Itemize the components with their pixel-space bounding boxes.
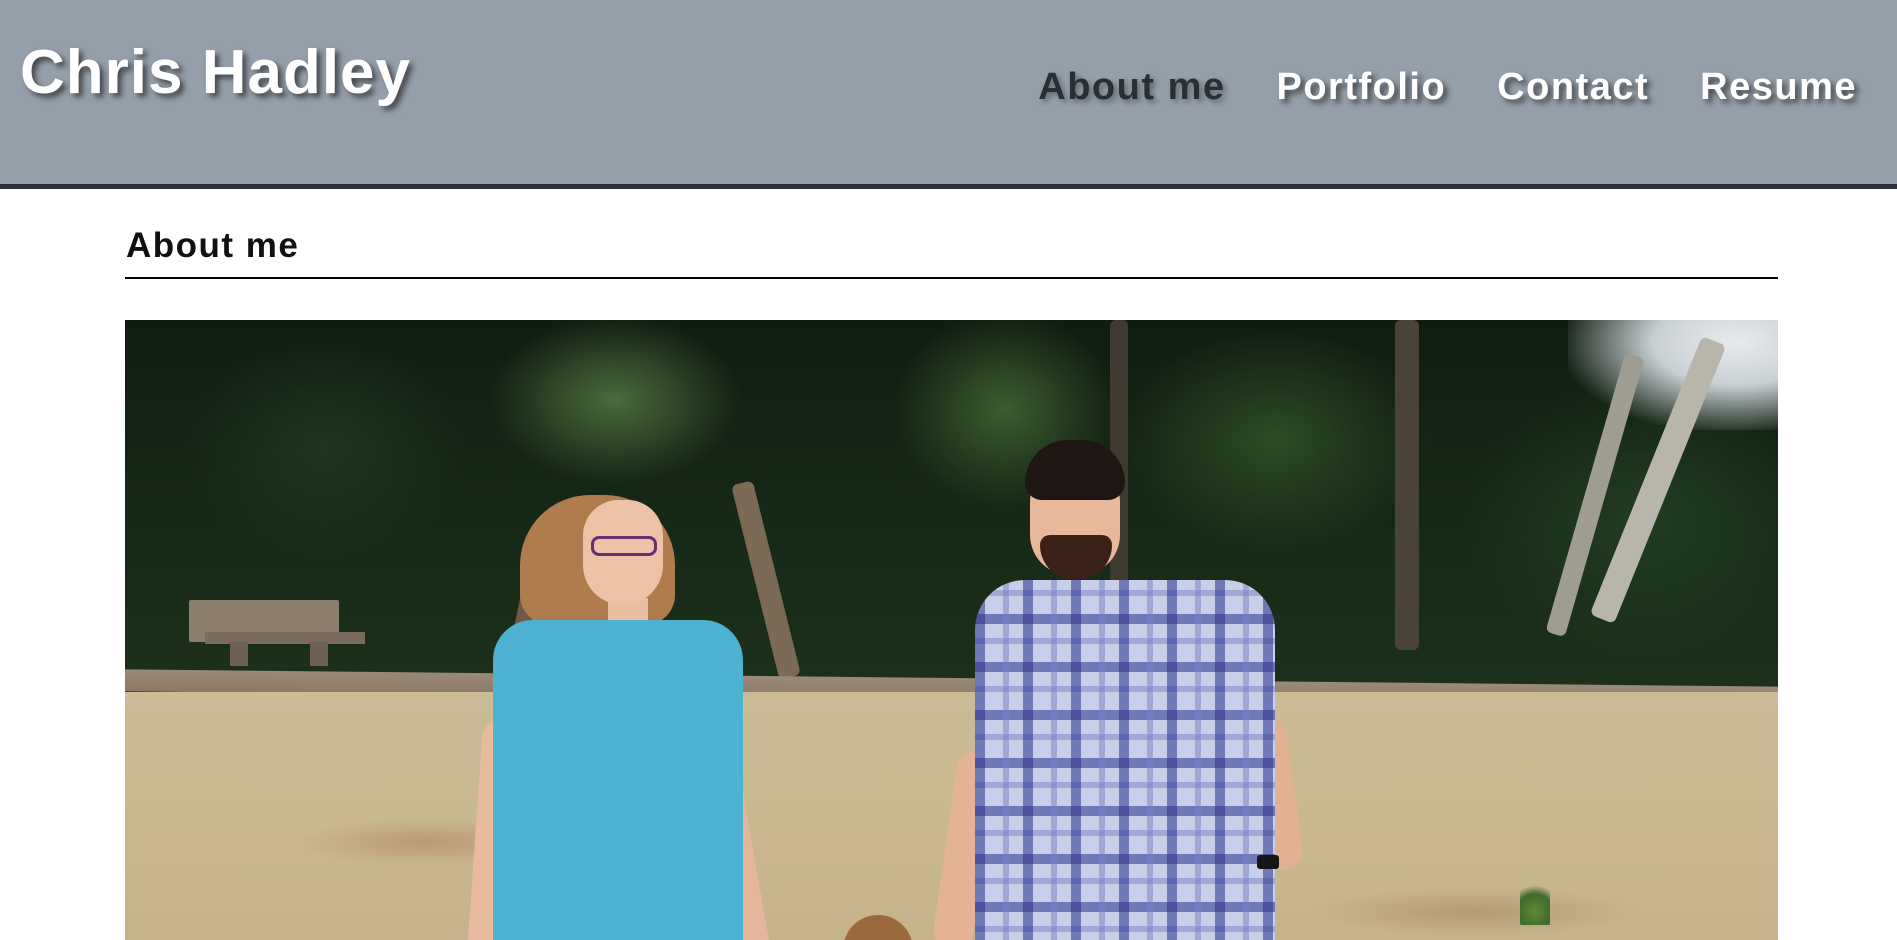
photo-bench-leg xyxy=(310,642,328,666)
site-header: Chris Hadley About me Portfolio Contact … xyxy=(0,0,1897,189)
photo-man-shirt xyxy=(975,580,1275,940)
photo-tree-trunk xyxy=(1395,320,1419,650)
main-content: About me xyxy=(125,189,1778,940)
nav-link-portfolio[interactable]: Portfolio xyxy=(1277,68,1447,106)
family-photo xyxy=(125,320,1778,940)
photo-plant xyxy=(1520,880,1550,925)
heading-divider xyxy=(125,277,1778,279)
photo-bench-seat xyxy=(205,632,365,644)
section-heading: About me xyxy=(126,226,300,265)
nav-link-contact[interactable]: Contact xyxy=(1497,68,1649,106)
nav-link-resume[interactable]: Resume xyxy=(1700,68,1857,106)
photo-bench-leg xyxy=(230,642,248,666)
nav-link-about-me[interactable]: About me xyxy=(1038,68,1225,106)
photo-woman-shirt xyxy=(493,620,743,940)
site-title[interactable]: Chris Hadley xyxy=(20,42,411,104)
photo-woman-glasses xyxy=(591,536,657,556)
photo-trees xyxy=(125,320,1778,690)
photo-man-watch xyxy=(1257,855,1279,869)
main-nav: About me Portfolio Contact Resume xyxy=(1038,68,1857,106)
